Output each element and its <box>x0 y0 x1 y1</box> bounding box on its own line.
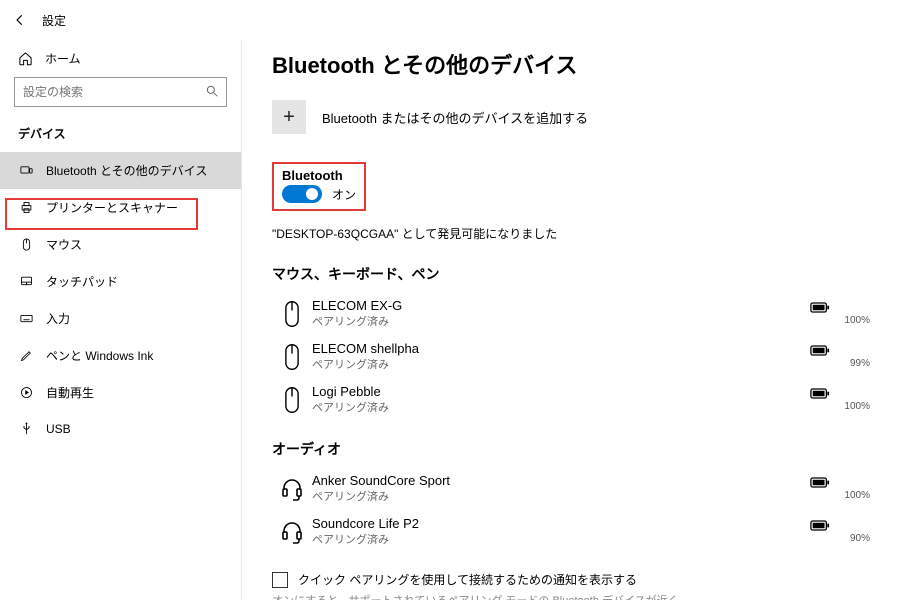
sidebar-item-label: 自動再生 <box>46 384 94 401</box>
keyboard-icon <box>18 311 34 326</box>
checkbox-icon <box>272 572 288 588</box>
device-name: ELECOM EX-G <box>312 298 810 313</box>
device-row[interactable]: ELECOM EX-Gペアリング済み100% <box>272 292 870 335</box>
touchpad-icon <box>18 274 34 289</box>
printer-icon <box>18 200 34 215</box>
window-title: 設定 <box>42 12 66 29</box>
usb-icon <box>18 421 34 436</box>
device-battery: 100% <box>810 388 870 412</box>
device-name: ELECOM shellpha <box>312 341 810 356</box>
arrow-left-icon <box>13 13 27 27</box>
mouse-icon <box>18 237 34 252</box>
sidebar-item-printers[interactable]: プリンターとスキャナー <box>0 189 241 226</box>
add-device-button[interactable]: + Bluetooth またはその他のデバイスを追加する <box>272 100 870 134</box>
device-battery: 100% <box>810 477 870 501</box>
sidebar-item-mouse[interactable]: マウス <box>0 226 241 263</box>
device-row[interactable]: Soundcore Life P2ペアリング済み90% <box>272 510 870 553</box>
sidebar-item-label: USB <box>46 422 71 436</box>
sidebar: ホーム デバイス Bluetooth とその他のデバイス プリンターとスキャナー… <box>0 40 242 600</box>
pen-icon <box>18 348 34 363</box>
sidebar-item-label: Bluetooth とその他のデバイス <box>46 162 207 179</box>
group-mouse-heading: マウス、キーボード、ペン <box>272 264 870 284</box>
home-icon <box>18 51 33 66</box>
sidebar-item-label: ペンと Windows Ink <box>46 347 153 364</box>
device-row[interactable]: ELECOM shellphaペアリング済み99% <box>272 335 870 378</box>
device-row[interactable]: Anker SoundCore Sportペアリング済み100% <box>272 467 870 510</box>
home-label: ホーム <box>45 50 81 67</box>
sidebar-item-label: 入力 <box>46 310 70 327</box>
bluetooth-label: Bluetooth <box>282 168 356 183</box>
quick-pair-hint: オンにすると、サポートされているペアリング モードの Bluetooth デバイ… <box>272 592 870 600</box>
bluetooth-state: オン <box>332 186 356 203</box>
device-status: ペアリング済み <box>312 399 810 415</box>
plus-icon: + <box>272 100 306 134</box>
sidebar-item-bluetooth[interactable]: Bluetooth とその他のデバイス <box>0 152 241 189</box>
device-row[interactable]: Logi Pebbleペアリング済み100% <box>272 378 870 421</box>
device-battery: 90% <box>810 520 870 544</box>
sidebar-item-touchpad[interactable]: タッチパッド <box>0 263 241 300</box>
sidebar-item-autoplay[interactable]: 自動再生 <box>0 374 241 411</box>
device-icon <box>272 300 312 328</box>
sidebar-item-label: マウス <box>46 236 82 253</box>
sidebar-item-label: タッチパッド <box>46 273 118 290</box>
quick-pair-checkbox-row[interactable]: クイック ペアリングを使用して接続するための通知を表示する <box>272 571 870 588</box>
bluetooth-highlight: Bluetooth オン <box>272 162 366 211</box>
device-status: ペアリング済み <box>312 531 810 547</box>
device-battery: 100% <box>810 302 870 326</box>
back-button[interactable] <box>12 13 28 27</box>
device-status: ペアリング済み <box>312 313 810 329</box>
group-audio-heading: オーディオ <box>272 439 870 459</box>
autoplay-icon <box>18 385 34 400</box>
sidebar-item-label: プリンターとスキャナー <box>46 199 178 216</box>
device-name: Soundcore Life P2 <box>312 516 810 531</box>
sidebar-category: デバイス <box>0 119 241 152</box>
add-device-label: Bluetooth またはその他のデバイスを追加する <box>322 108 588 127</box>
device-name: Logi Pebble <box>312 384 810 399</box>
discoverable-text: "DESKTOP-63QCGAA" として発見可能になりました <box>272 225 870 242</box>
home-link[interactable]: ホーム <box>0 46 241 77</box>
main-content: Bluetooth とその他のデバイス + Bluetooth またはその他のデ… <box>242 40 900 600</box>
search-input[interactable] <box>14 77 227 107</box>
devices-icon <box>18 163 34 178</box>
page-title: Bluetooth とその他のデバイス <box>272 48 870 80</box>
device-icon <box>272 386 312 414</box>
quick-pair-label: クイック ペアリングを使用して接続するための通知を表示する <box>298 571 637 588</box>
device-status: ペアリング済み <box>312 356 810 372</box>
search-icon <box>205 84 219 98</box>
sidebar-item-pen[interactable]: ペンと Windows Ink <box>0 337 241 374</box>
device-name: Anker SoundCore Sport <box>312 473 810 488</box>
sidebar-item-typing[interactable]: 入力 <box>0 300 241 337</box>
device-status: ペアリング済み <box>312 488 810 504</box>
device-icon <box>272 519 312 545</box>
bluetooth-toggle[interactable] <box>282 185 322 203</box>
sidebar-item-usb[interactable]: USB <box>0 411 241 446</box>
device-icon <box>272 343 312 371</box>
device-battery: 99% <box>810 345 870 369</box>
device-icon <box>272 476 312 502</box>
